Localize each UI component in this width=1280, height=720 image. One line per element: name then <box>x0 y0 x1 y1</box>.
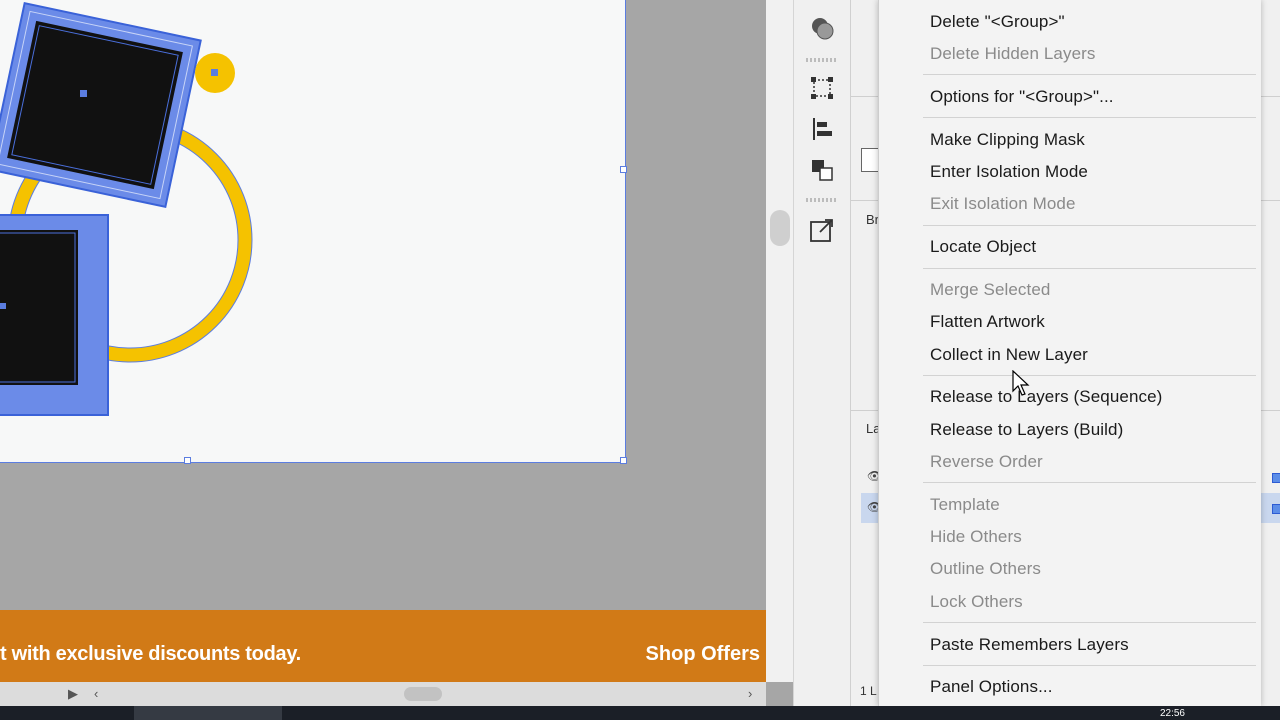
appearance-icon[interactable] <box>808 14 836 42</box>
shop-offers-link[interactable]: Shop Offers <box>646 643 760 666</box>
menu-item-merge-selected: Merge Selected <box>930 280 1051 299</box>
menu-item-enter-isolation-mode[interactable]: Enter Isolation Mode <box>930 162 1088 182</box>
dark-square-top <box>0 1 202 209</box>
menu-item-exit-isolation-mode: Exit Isolation Mode <box>930 194 1076 213</box>
menu-item-options-for-group[interactable]: Options for "<Group>"... <box>930 87 1114 107</box>
mouse-pointer-icon <box>1012 370 1030 396</box>
promo-banner: t with exclusive discounts today. Shop O… <box>0 610 790 682</box>
menu-item-delete-hidden-layers: Delete Hidden Layers <box>930 44 1096 63</box>
menu-item-flatten-artwork[interactable]: Flatten Artwork <box>930 312 1045 332</box>
menu-item-paste-remembers-layers[interactable]: Paste Remembers Layers <box>930 635 1129 655</box>
menu-item-make-clipping-mask[interactable]: Make Clipping Mask <box>930 130 1085 150</box>
dark-square-bottom <box>0 214 109 416</box>
handle-bottom-right[interactable] <box>620 457 627 464</box>
layers-context-menu: Delete "<Group>" Delete Hidden Layers Op… <box>878 0 1261 706</box>
menu-item-hide-others: Hide Others <box>930 527 1022 546</box>
menu-item-reverse-order: Reverse Order <box>930 452 1043 471</box>
taskbar: 22:56 <box>0 706 1280 720</box>
export-icon[interactable] <box>808 216 836 244</box>
vertical-scrollbar[interactable] <box>766 0 793 682</box>
banner-text: t with exclusive discounts today. <box>0 643 301 665</box>
scroll-right-icon[interactable]: › <box>748 686 752 701</box>
tool-strip <box>793 0 851 706</box>
taskbar-active-app[interactable] <box>134 706 282 720</box>
handle-right-middle[interactable] <box>620 166 627 173</box>
center-point <box>80 90 87 97</box>
vertical-scroll-thumb[interactable] <box>770 210 790 246</box>
pathfinder-icon[interactable] <box>808 156 836 184</box>
play-icon[interactable]: ▶ <box>68 686 78 702</box>
taskbar-clock: 22:56 <box>1159 708 1185 719</box>
menu-item-outline-others: Outline Others <box>930 559 1042 578</box>
menu-item-lock-others: Lock Others <box>930 592 1023 611</box>
scroll-left-icon[interactable]: ‹ <box>94 686 98 701</box>
menu-item-collect-in-new-layer[interactable]: Collect in New Layer <box>930 345 1088 365</box>
transform-icon[interactable] <box>808 74 836 102</box>
selection-indicator-icon[interactable] <box>1272 473 1280 483</box>
menu-item-release-to-layers-sequence[interactable]: Release to Layers (Sequence) <box>930 387 1162 407</box>
panel-grip[interactable] <box>806 198 838 202</box>
scroll-thumb[interactable] <box>404 687 442 701</box>
selection-indicator-icon[interactable] <box>1272 504 1280 514</box>
horizontal-scrollbar[interactable]: ▶ ‹ › <box>0 682 766 706</box>
handle-bottom-middle[interactable] <box>184 457 191 464</box>
menu-item-template: Template <box>930 495 1000 514</box>
align-icon[interactable] <box>808 115 836 143</box>
canvas-area[interactable] <box>0 0 766 610</box>
menu-item-release-to-layers-build[interactable]: Release to Layers (Build) <box>930 420 1123 440</box>
panel-grip[interactable] <box>806 58 838 62</box>
selected-artwork[interactable] <box>0 0 766 610</box>
menu-item-locate-object[interactable]: Locate Object <box>930 237 1036 257</box>
menu-item-panel-options[interactable]: Panel Options... <box>930 677 1053 697</box>
layer-count: 1 L <box>860 684 877 698</box>
menu-item-delete-group[interactable]: Delete "<Group>" <box>930 12 1065 32</box>
